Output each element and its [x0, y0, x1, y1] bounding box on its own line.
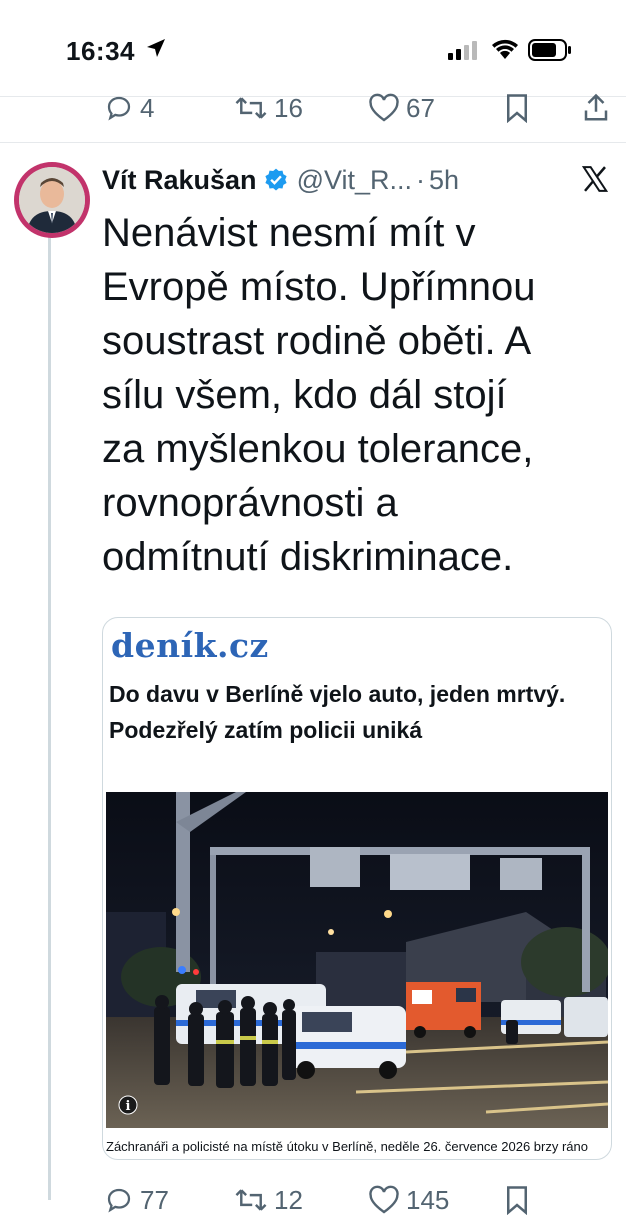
bookmark-button[interactable] [504, 86, 530, 130]
avatar-photo [19, 167, 85, 233]
reply-icon [107, 96, 131, 121]
bookmark-icon [507, 94, 527, 123]
like-button[interactable]: 145 [368, 1178, 449, 1222]
thread-line [48, 236, 51, 1200]
cellular-signal-icon [448, 41, 477, 60]
bookmark-button[interactable] [504, 1178, 530, 1222]
info-badge[interactable]: i [126, 1099, 131, 1114]
x-logo-icon [581, 166, 609, 192]
tweet-time[interactable]: 5h [429, 165, 459, 196]
like-count: 145 [406, 1184, 450, 1215]
repost-button[interactable]: 16 [234, 86, 303, 130]
location-arrow-icon [147, 39, 165, 57]
repost-count: 12 [274, 1184, 303, 1215]
divider [0, 142, 626, 143]
site-logo: deník.cz [111, 626, 269, 665]
status-bar: 16:34 [0, 0, 626, 96]
battery-icon [528, 39, 571, 61]
tweet-header: Vít Rakušan @Vit_R... · 5h [102, 160, 459, 200]
reply-count: 4 [140, 92, 155, 123]
repost-icon [235, 1189, 267, 1211]
like-count: 67 [406, 92, 435, 123]
share-icon [584, 93, 608, 121]
previous-tweet-action-bar: 4 16 67 [0, 86, 626, 130]
author-name[interactable]: Vít Rakušan [102, 165, 257, 196]
tweet-action-bar: 77 12 145 [0, 1178, 626, 1222]
link-preview-card[interactable]: deník.cz Do davu v Berlíně vjelo auto, j… [102, 617, 612, 1160]
reply-icon [107, 1188, 131, 1213]
verified-badge-icon [264, 168, 287, 191]
reply-button[interactable]: 77 [104, 1178, 169, 1222]
bookmark-icon [507, 1186, 527, 1215]
article-image: i [106, 792, 608, 1128]
image-caption: Záchranáři a policisté na místě útoku v … [106, 1139, 588, 1154]
heart-icon [369, 1185, 399, 1214]
author-handle[interactable]: @Vit_R... [297, 165, 412, 196]
repost-button[interactable]: 12 [234, 1178, 303, 1222]
heart-icon [369, 93, 399, 122]
avatar[interactable] [14, 162, 90, 238]
repost-icon [235, 97, 267, 119]
tweet-text: Nenávist nesmí mít v Evropě místo. Upřím… [102, 211, 536, 579]
status-time: 16:34 [66, 36, 135, 66]
article-headline: Do davu v Berlíně vjelo auto, jeden mrtv… [109, 681, 566, 743]
reply-count: 77 [140, 1184, 169, 1215]
wifi-icon [492, 39, 518, 59]
share-button[interactable] [582, 86, 610, 130]
like-button[interactable]: 67 [368, 86, 435, 130]
repost-count: 16 [274, 92, 303, 123]
reply-button[interactable]: 4 [104, 86, 154, 130]
separator-dot: · [416, 164, 426, 195]
